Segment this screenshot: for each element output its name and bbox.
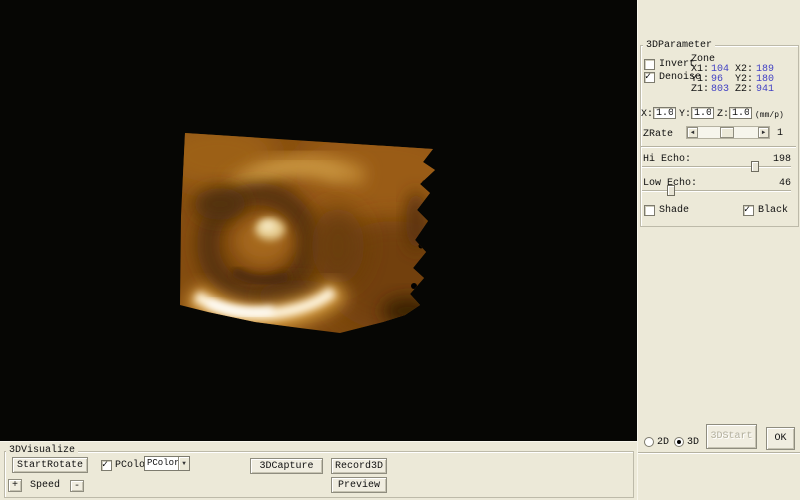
scale-unit-label: (mm/p) <box>755 111 784 120</box>
check-icon: ✓ <box>102 460 109 471</box>
app-window: 3DParameter ✓ Invert ✓ Denoise Zone X1: … <box>0 0 800 500</box>
low-echo-value: 46 <box>778 178 791 189</box>
visualize-toolbar: 3DVisualize StartRotate + Speed - ✓ PCol… <box>0 441 637 500</box>
y-scale-input[interactable] <box>691 107 714 119</box>
chevron-down-icon[interactable]: ▼ <box>178 457 189 470</box>
separator <box>638 452 800 454</box>
black-label: Black <box>758 205 789 216</box>
zone-z1-label: Z1: <box>691 84 710 95</box>
mode-3d-label: 3D <box>687 437 700 448</box>
hi-echo-label: Hi Echo: <box>643 154 692 165</box>
zrate-scrollbar[interactable]: ◄ ► <box>686 126 770 139</box>
3dvisualize-group-title: 3DVisualize <box>6 445 79 456</box>
z-scale-label: Z: <box>717 109 730 120</box>
pcolor-dropdown-value: PColor <box>147 458 180 468</box>
low-echo-slider-track[interactable] <box>642 190 791 192</box>
separator <box>641 146 796 148</box>
record3d-button[interactable]: Record3D <box>331 458 387 474</box>
check-icon: ✓ <box>645 72 652 83</box>
scrollbar-left-icon[interactable]: ◄ <box>687 127 698 138</box>
black-checkbox[interactable]: ✓ <box>743 205 754 216</box>
z-scale-input[interactable] <box>729 107 752 119</box>
check-icon: ✓ <box>744 205 751 216</box>
hi-echo-slider-track[interactable] <box>642 166 791 168</box>
ultrasound-volume-image <box>180 133 435 333</box>
parameter-panel: 3DParameter ✓ Invert ✓ Denoise Zone X1: … <box>637 0 800 500</box>
hi-echo-value: 198 <box>772 154 791 165</box>
pcolor-checkbox[interactable]: ✓ <box>101 460 112 471</box>
3dparameter-group-title: 3DParameter <box>643 40 716 51</box>
y-scale-label: Y: <box>679 109 692 120</box>
denoise-checkbox[interactable]: ✓ <box>644 72 655 83</box>
shade-checkbox[interactable]: ✓ <box>644 205 655 216</box>
x-scale-input[interactable] <box>653 107 676 119</box>
start-rotate-button[interactable]: StartRotate <box>12 457 88 473</box>
zrate-label: ZRate <box>643 129 674 140</box>
speed-label: Speed <box>30 480 61 491</box>
speed-plus-button[interactable]: + <box>8 479 22 492</box>
preview-button[interactable]: Preview <box>331 477 387 493</box>
mode-2d-label: 2D <box>657 437 670 448</box>
ultrasound-viewport[interactable] <box>0 0 637 441</box>
x-scale-label: X: <box>641 109 654 120</box>
3dstart-button[interactable]: 3DStart <box>706 424 757 449</box>
shade-label: Shade <box>659 205 690 216</box>
invert-label: Invert <box>659 59 696 70</box>
pcolor-dropdown[interactable]: PColor ▼ <box>144 456 190 471</box>
zone-z1-value: 803 <box>711 84 730 95</box>
zrate-scrollbar-thumb[interactable] <box>720 127 734 138</box>
mode-2d-radio[interactable] <box>644 437 654 447</box>
low-echo-slider-thumb[interactable] <box>667 185 675 196</box>
scrollbar-right-icon[interactable]: ► <box>758 127 769 138</box>
ultrasound-3d-render[interactable] <box>180 133 435 333</box>
zone-z2-label: Z2: <box>735 84 754 95</box>
zrate-value: 1 <box>777 128 784 139</box>
hi-echo-slider-thumb[interactable] <box>751 161 759 172</box>
ok-button[interactable]: OK <box>766 427 795 450</box>
zone-z2-value: 941 <box>756 84 775 95</box>
invert-checkbox[interactable]: ✓ <box>644 59 655 70</box>
mode-3d-radio[interactable] <box>674 437 684 447</box>
speed-minus-button[interactable]: - <box>70 480 84 492</box>
3dcapture-button[interactable]: 3DCapture <box>250 458 323 474</box>
